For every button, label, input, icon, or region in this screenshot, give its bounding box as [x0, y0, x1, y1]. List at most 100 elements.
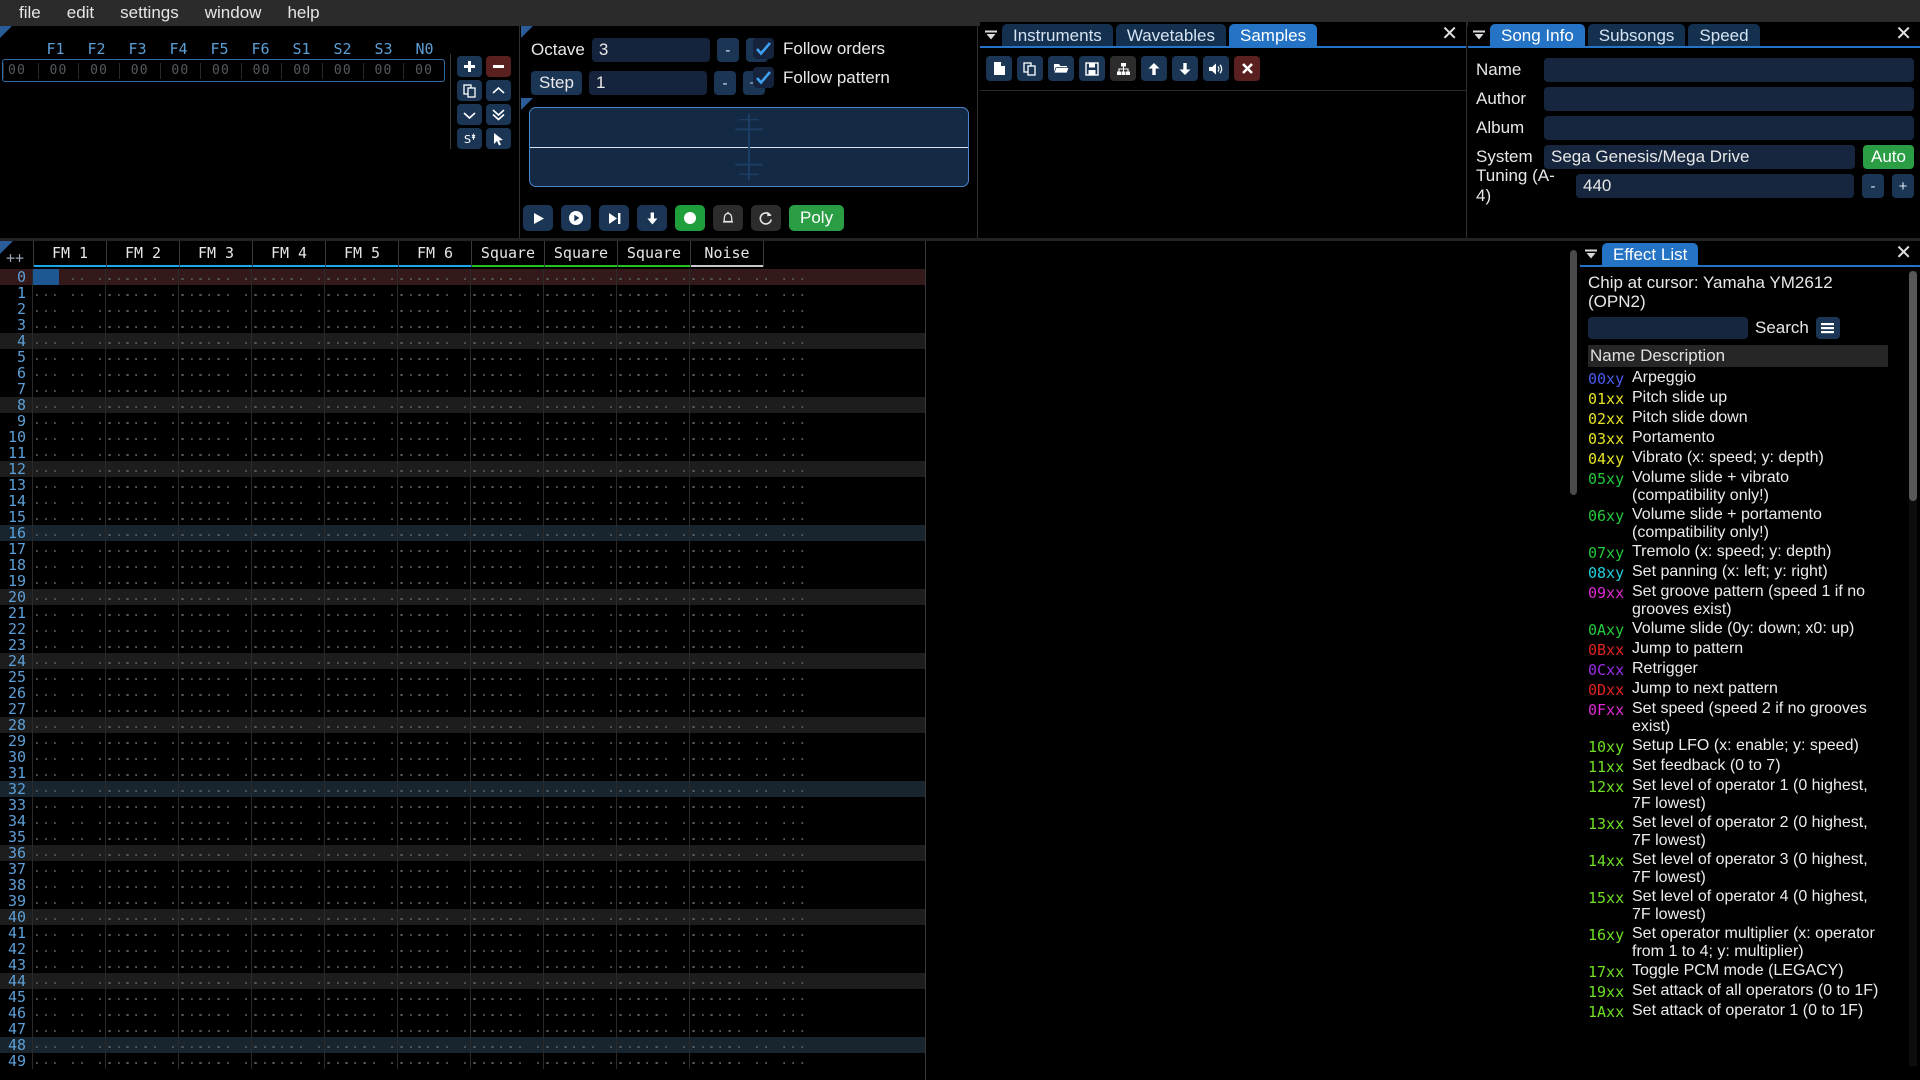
pattern-cell[interactable]: ... .. .. ... — [324, 285, 441, 301]
pattern-row[interactable]: 45... .. .. ...... .. .. ...... .. .. ..… — [0, 988, 925, 1006]
preview-sample-button[interactable] — [1203, 56, 1229, 81]
pattern-cell[interactable]: ... .. .. ... — [689, 493, 806, 509]
pattern-cell[interactable]: ... .. .. ... — [105, 1053, 222, 1069]
pattern-cell[interactable]: ... .. .. ... — [397, 829, 514, 845]
pattern-cell[interactable]: ... .. .. ... — [689, 973, 806, 989]
pattern-cell[interactable]: ... .. .. ... — [251, 557, 368, 573]
pattern-cell[interactable]: ... .. .. ... — [616, 973, 733, 989]
pattern-cell[interactable]: ... .. .. ... — [689, 317, 806, 333]
pattern-cell[interactable]: ... .. .. ... — [105, 317, 222, 333]
pattern-cell[interactable]: ... .. .. ... — [397, 685, 514, 701]
pattern-cell[interactable]: ... .. .. ... — [470, 989, 587, 1005]
pattern-cell[interactable]: ... .. .. ... — [470, 829, 587, 845]
pattern-cell[interactable]: ... .. .. ... — [543, 525, 660, 541]
menu-file[interactable]: file — [6, 1, 54, 25]
pattern-cell[interactable]: ... .. .. ... — [689, 637, 806, 653]
pattern-cell[interactable]: ... .. .. ... — [178, 621, 295, 637]
pattern-cell[interactable]: ... .. .. ... — [543, 589, 660, 605]
pattern-cell[interactable]: ... .. .. ... — [470, 317, 587, 333]
effect-list-item[interactable]: 17xx Toggle PCM mode (LEGACY) — [1588, 962, 1888, 981]
pattern-cell[interactable]: ... .. .. ... — [324, 525, 441, 541]
pattern-cell[interactable]: ... .. .. ... — [689, 893, 806, 909]
pattern-row[interactable]: 40... .. .. ...... .. .. ...... .. .. ..… — [0, 908, 925, 926]
pattern-cell[interactable]: ... .. .. ... — [32, 813, 149, 829]
octave-decrement-button[interactable]: - — [716, 38, 739, 62]
pattern-cell[interactable]: ... .. .. ... — [397, 605, 514, 621]
pattern-cell[interactable]: ... .. .. ... — [324, 365, 441, 381]
pattern-cell[interactable]: ... .. .. ... — [251, 989, 368, 1005]
pattern-cell[interactable]: ... .. .. ... — [543, 845, 660, 861]
pattern-cell[interactable]: ... .. .. ... — [397, 525, 514, 541]
song-tuning-input[interactable]: 440 — [1576, 174, 1854, 198]
pattern-cell[interactable]: ... .. .. ... — [616, 589, 733, 605]
pattern-row[interactable]: 43... .. .. ...... .. .. ...... .. .. ..… — [0, 956, 925, 974]
pattern-cell[interactable]: ... .. .. ... — [616, 301, 733, 317]
pattern-cell[interactable]: ... .. .. ... — [543, 685, 660, 701]
menu-help[interactable]: help — [274, 1, 332, 25]
pattern-cell[interactable]: ... .. .. ... — [251, 493, 368, 509]
pattern-cell[interactable]: ... .. .. ... — [251, 909, 368, 925]
pattern-cell[interactable]: ... .. .. ... — [616, 957, 733, 973]
pattern-cell[interactable]: ... .. .. ... — [105, 301, 222, 317]
pattern-cell[interactable]: ... .. .. ... — [251, 861, 368, 877]
pattern-cell[interactable]: ... .. .. ... — [178, 1037, 295, 1053]
pattern-cell[interactable]: ... .. .. ... — [324, 797, 441, 813]
pattern-cell[interactable]: ... .. .. ... — [32, 301, 149, 317]
pattern-cell[interactable]: ... .. .. ... — [543, 429, 660, 445]
pattern-cell[interactable]: ... .. .. ... — [397, 445, 514, 461]
pattern-cell[interactable]: ... .. .. ... — [324, 861, 441, 877]
pattern-row[interactable]: 10... .. .. ...... .. .. ...... .. .. ..… — [0, 428, 925, 446]
pattern-cell[interactable]: ... .. .. ... — [616, 845, 733, 861]
pattern-cell[interactable]: ... .. .. ... — [397, 765, 514, 781]
pattern-cell[interactable]: ... .. .. ... — [32, 429, 149, 445]
effect-list-scrollbar[interactable] — [1909, 271, 1917, 501]
pattern-cell[interactable]: ... .. .. ... — [251, 701, 368, 717]
pattern-cell[interactable]: ... .. .. ... — [105, 941, 222, 957]
pattern-cell[interactable]: ... .. .. ... — [397, 877, 514, 893]
effect-list-close-button[interactable]: ✕ — [1895, 243, 1912, 263]
pattern-cell[interactable]: ... .. .. ... — [105, 957, 222, 973]
pattern-row[interactable]: 37... .. .. ...... .. .. ...... .. .. ..… — [0, 860, 925, 878]
pattern-cell[interactable]: ... .. .. ... — [397, 413, 514, 429]
follow-pattern-row[interactable]: Follow pattern — [753, 67, 890, 88]
pattern-cell[interactable]: ... .. .. ... — [689, 413, 806, 429]
pattern-cell[interactable]: ... .. .. ... — [470, 509, 587, 525]
pattern-cell[interactable]: ... .. .. ... — [178, 749, 295, 765]
pattern-cell[interactable]: ... .. .. ... — [32, 397, 149, 413]
pattern-cell[interactable]: ... .. .. ... — [251, 877, 368, 893]
pattern-cell[interactable]: ... .. .. ... — [470, 461, 587, 477]
pattern-cell[interactable]: ... .. .. ... — [470, 541, 587, 557]
effect-list-item[interactable]: 07xy Tremolo (x: speed; y: depth) — [1588, 543, 1888, 562]
pattern-cell[interactable]: ... .. .. ... — [324, 397, 441, 413]
pattern-cell[interactable]: ... .. .. ... — [397, 621, 514, 637]
pattern-cell[interactable]: ... .. .. ... — [105, 989, 222, 1005]
pattern-cell[interactable]: ... .. .. ... — [32, 621, 149, 637]
pattern-cell[interactable]: ... .. .. ... — [543, 397, 660, 413]
pattern-cell[interactable]: ... .. .. ... — [251, 461, 368, 477]
pattern-cell[interactable]: ... .. .. ... — [251, 637, 368, 653]
pattern-cell[interactable]: ... .. .. ... — [324, 1021, 441, 1037]
pattern-cell[interactable]: ... .. .. ... — [543, 973, 660, 989]
pattern-cell[interactable]: ... .. .. ... — [251, 733, 368, 749]
pattern-cell[interactable]: ... .. .. ... — [397, 893, 514, 909]
pattern-cell[interactable]: ... .. .. ... — [178, 1053, 295, 1069]
pattern-cell[interactable]: ... .. .. ... — [324, 845, 441, 861]
system-auto-button[interactable]: Auto — [1863, 145, 1914, 169]
pattern-cell[interactable]: ... .. .. ... — [32, 797, 149, 813]
tab-song-info[interactable]: Song Info — [1490, 24, 1585, 48]
pattern-cell[interactable]: ... .. .. ... — [689, 381, 806, 397]
pattern-cell[interactable]: ... .. .. ... — [178, 381, 295, 397]
pattern-cell[interactable]: ... .. .. ... — [543, 749, 660, 765]
pattern-row[interactable]: 17... .. .. ...... .. .. ...... .. .. ..… — [0, 540, 925, 558]
open-sample-button[interactable] — [1048, 56, 1074, 81]
pattern-cell[interactable]: ... .. .. ... — [178, 589, 295, 605]
effect-list-item[interactable]: 15xx Set level of operator 4 (0 highest, … — [1588, 888, 1888, 924]
pattern-cell[interactable]: ... .. .. ... — [543, 701, 660, 717]
play-repeat-button[interactable] — [637, 205, 667, 231]
pattern-cell[interactable]: ... .. .. ... — [616, 461, 733, 477]
pattern-cell[interactable]: ... .. .. ... — [251, 973, 368, 989]
pattern-cell[interactable]: ... .. .. ... — [178, 653, 295, 669]
pattern-cell[interactable]: ... .. .. ... — [105, 509, 222, 525]
pattern-cell[interactable]: ... .. .. ... — [251, 445, 368, 461]
step-label-button[interactable]: Step — [531, 71, 582, 95]
